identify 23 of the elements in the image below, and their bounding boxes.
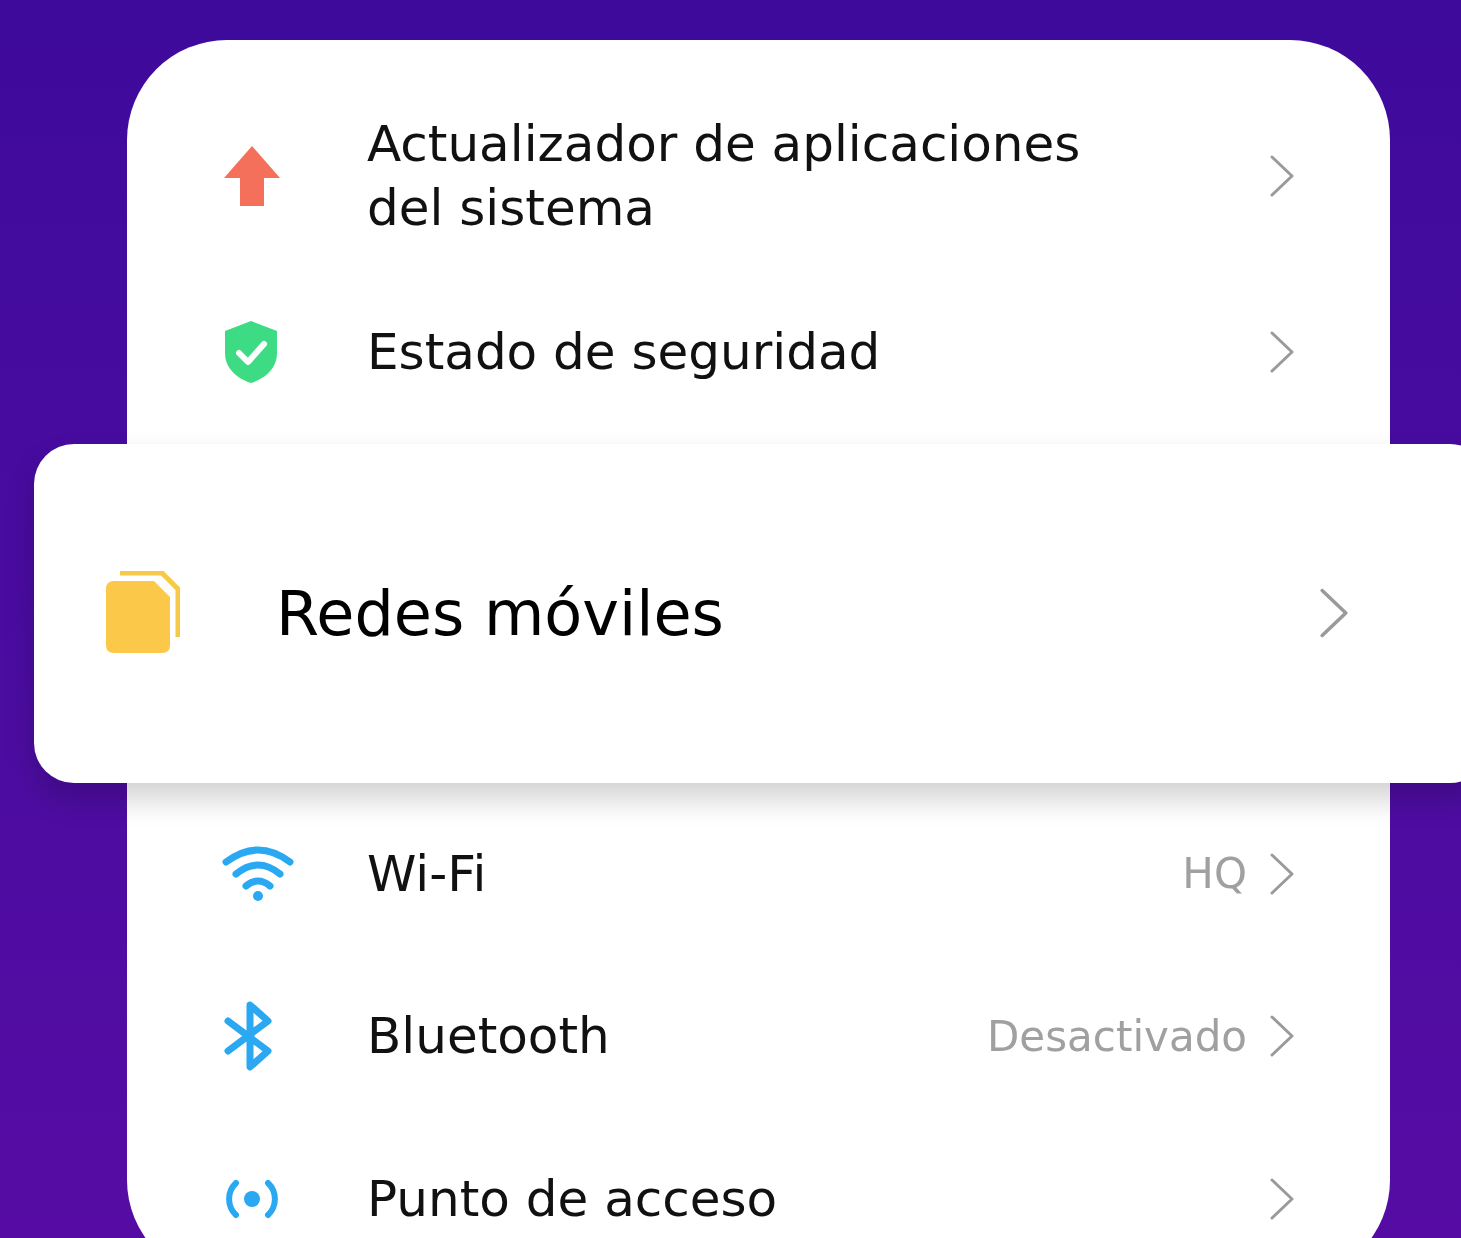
settings-row[interactable]: Bluetooth Desactivado (127, 955, 1390, 1118)
row-label: Estado de seguridad (367, 322, 882, 384)
settings-row[interactable]: Wi-Fi HQ (127, 792, 1390, 956)
row-value: HQ (1182, 848, 1247, 901)
chevron-right-icon (1269, 1014, 1295, 1059)
row-value: Desactivado (987, 1010, 1247, 1063)
highlighted-row[interactable]: Redes móviles (34, 443, 1461, 783)
chevron-right-icon (1269, 1176, 1295, 1221)
shield-check-icon (222, 319, 280, 386)
chevron-right-icon (1269, 330, 1295, 375)
settings-row[interactable]: Punto de acceso (127, 1117, 1390, 1238)
chevron-right-icon (1318, 587, 1350, 640)
chevron-right-icon (1269, 851, 1295, 896)
wifi-icon (222, 845, 294, 902)
chevron-right-icon (1269, 153, 1295, 198)
row-label: Bluetooth (367, 1006, 611, 1068)
row-label: Redes móviles (276, 575, 725, 652)
row-label: Actualizador de aplicaciones del sistema (367, 113, 1082, 239)
settings-row[interactable]: Actualizador de aplicaciones del sistema (127, 80, 1390, 272)
row-label: Wi-Fi (367, 843, 488, 905)
row-label: Punto de acceso (367, 1168, 779, 1230)
settings-row[interactable]: Estado de seguridad (127, 271, 1390, 434)
sim-cards-icon (106, 571, 180, 656)
